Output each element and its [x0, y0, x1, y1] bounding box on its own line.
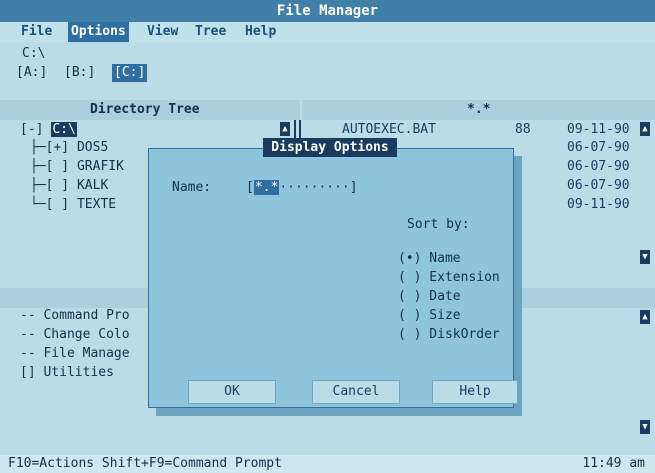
tree-branch: ├─[+]: [30, 140, 77, 155]
status-shortcuts: F10=Actions Shift+F9=Command Prompt: [8, 456, 282, 471]
tree-item-dos5[interactable]: ├─[+] DOS5: [30, 140, 108, 155]
menu-tree[interactable]: Tree: [192, 22, 229, 42]
tree-item-kalk[interactable]: ├─[ ] KALK: [30, 178, 108, 193]
sort-by-label: Sort by:: [407, 217, 470, 232]
file-date: 09-11-90: [567, 197, 630, 212]
drive-a[interactable]: [A:]: [14, 64, 49, 82]
program-item[interactable]: -- Command Pro: [20, 308, 130, 323]
tree-root[interactable]: [-] C:\: [20, 122, 77, 137]
programs-scroll-up-icon[interactable]: ▲: [640, 310, 650, 324]
sort-option-name[interactable]: (•) Name: [398, 251, 461, 266]
sort-option-diskorder[interactable]: ( ) DiskOrder: [398, 327, 500, 342]
drive-b[interactable]: [B:]: [62, 64, 97, 82]
dialog-title-bar: Display Options: [148, 138, 512, 157]
name-input-value[interactable]: *.*: [253, 180, 280, 195]
tree-branch: └─[ ]: [30, 197, 77, 212]
sort-option-extension[interactable]: ( ) Extension: [398, 270, 500, 285]
name-label: Name:: [172, 180, 212, 195]
tree-scroll-up-icon[interactable]: ▲: [280, 122, 290, 136]
tree-root-toggle[interactable]: [-]: [20, 122, 51, 137]
file-size: 88: [515, 122, 531, 137]
menu-help[interactable]: Help: [242, 22, 279, 42]
status-bar: F10=Actions Shift+F9=Command Prompt 11:4…: [0, 455, 655, 473]
tree-item-label: GRAFIK: [76, 159, 124, 174]
file-list-filter: *.*: [467, 102, 491, 117]
file-date: 06-07-90: [567, 159, 630, 174]
tree-item-label: KALK: [76, 178, 109, 193]
name-input[interactable]: [*.*·········]: [246, 180, 358, 195]
file-date: 09-11-90: [567, 122, 630, 137]
tree-item-label: DOS5: [76, 140, 109, 155]
current-path: C:\: [22, 46, 46, 61]
window-title: File Manager: [0, 0, 655, 22]
menu-file[interactable]: File: [18, 22, 55, 42]
tree-item-texte[interactable]: └─[ ] TEXTE: [30, 197, 116, 212]
file-scroll-down-icon[interactable]: ▼: [640, 250, 650, 264]
directory-tree-title: Directory Tree: [90, 102, 200, 117]
ok-button[interactable]: OK: [188, 380, 276, 404]
menu-view[interactable]: View: [144, 22, 181, 42]
cancel-button[interactable]: Cancel: [312, 380, 400, 404]
name-input-open: [: [246, 180, 254, 195]
program-item[interactable]: -- File Manage: [20, 346, 130, 361]
programs-scroll-down-icon[interactable]: ▼: [640, 420, 650, 434]
sort-option-size[interactable]: ( ) Size: [398, 308, 461, 323]
menu-bar: File Options View Tree Help: [0, 22, 655, 42]
file-date: 06-07-90: [567, 140, 630, 155]
tree-item-label: TEXTE: [76, 197, 117, 212]
tree-branch: ├─[ ]: [30, 159, 77, 174]
program-item[interactable]: [] Utilities: [20, 365, 114, 380]
tree-item-grafik[interactable]: ├─[ ] GRAFIK: [30, 159, 124, 174]
help-button[interactable]: Help: [432, 380, 518, 404]
name-input-fill: ·········: [279, 180, 350, 195]
drive-c[interactable]: [C:]: [112, 64, 148, 82]
file-name[interactable]: AUTOEXEC.BAT: [342, 122, 436, 137]
menu-options[interactable]: Options: [68, 22, 129, 42]
file-scroll-up-icon[interactable]: ▲: [640, 122, 650, 136]
file-list-header: *.*: [302, 100, 655, 120]
sort-option-date[interactable]: ( ) Date: [398, 289, 461, 304]
status-time: 11:49 am: [582, 456, 645, 471]
dialog-title: Display Options: [263, 138, 397, 157]
file-date: 06-07-90: [567, 178, 630, 193]
tree-branch: ├─[ ]: [30, 178, 77, 193]
tree-root-label[interactable]: C:\: [51, 122, 77, 137]
directory-tree-header: Directory Tree: [0, 100, 300, 120]
program-item[interactable]: -- Change Colo: [20, 327, 130, 342]
name-input-close: ]: [349, 180, 358, 195]
